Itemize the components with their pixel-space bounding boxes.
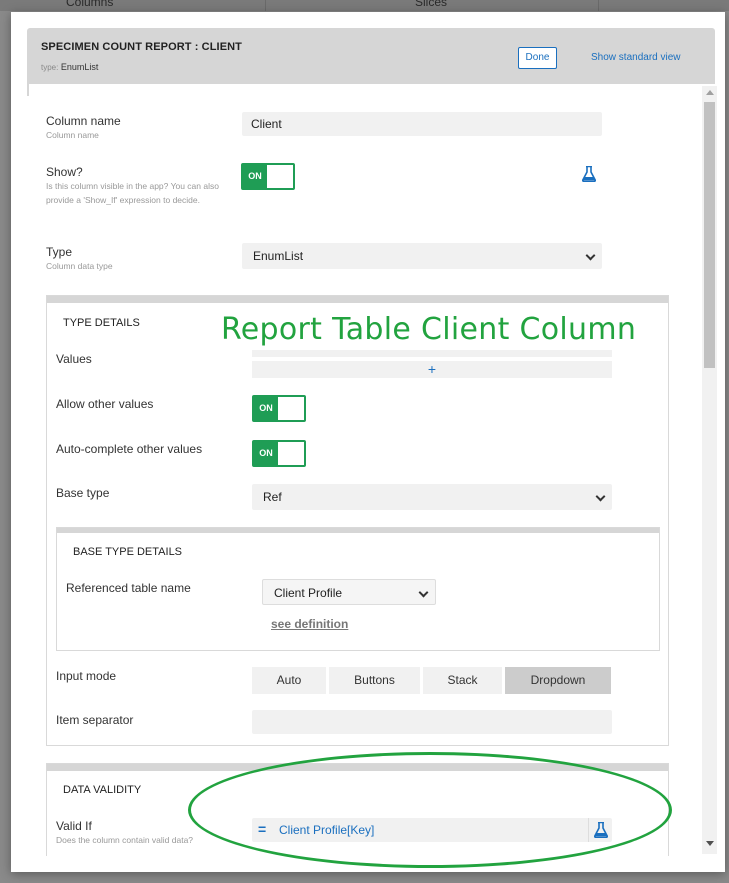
allow-other-toggle[interactable]: ON [252,395,306,422]
tab-columns[interactable]: Columns [66,0,113,9]
add-value-button[interactable]: + [252,361,612,378]
tab-slices[interactable]: Slices [415,0,447,9]
values-label: Values [56,352,92,366]
annotation-label: Report Table Client Column [221,312,637,347]
input-mode-selector: Auto Buttons Stack Dropdown [252,667,611,694]
input-mode-label: Input mode [56,669,117,683]
section-header-bar [57,528,659,533]
annotation-ellipse [188,752,672,868]
type-sublabel: Column data type [46,261,113,271]
show-sublabel: Is this column visible in the app? You c… [46,181,219,205]
toggle-on-label: ON [254,442,278,465]
tab-divider [265,0,266,11]
allow-other-label: Allow other values [56,397,154,411]
input-mode-stack[interactable]: Stack [423,667,502,694]
data-validity-title: DATA VALIDITY [63,784,142,796]
scroll-down-arrow-icon[interactable] [706,841,714,846]
toggle-on-label: ON [243,165,267,188]
modal-type-info: type: EnumList [41,62,98,72]
ref-table-label: Referenced table name [66,581,191,595]
type-label: type: [41,63,59,72]
ref-table-value: Client Profile [274,586,343,600]
show-standard-view-link[interactable]: Show standard view [591,52,681,63]
section-header-bar [47,296,668,303]
ref-table-select[interactable]: Client Profile [262,579,436,605]
chevron-down-icon [595,491,606,502]
base-type-select[interactable]: Ref [252,484,612,510]
tab-divider [598,0,599,11]
vertical-scrollbar[interactable] [702,86,717,854]
modal-content: Column name Column name Client Show? Is … [29,84,717,856]
base-type-label: Base type [56,486,110,500]
column-editor-modal: SPECIMEN COUNT REPORT : CLIENT type: Enu… [11,12,725,872]
values-list [252,350,612,357]
item-separator-input[interactable] [252,710,612,734]
type-details-title: TYPE DETAILS [63,317,140,329]
autocomplete-toggle[interactable]: ON [252,440,306,467]
input-mode-auto[interactable]: Auto [252,667,326,694]
modal-title: SPECIMEN COUNT REPORT : CLIENT [41,41,243,53]
scroll-up-arrow-icon[interactable] [706,90,714,95]
show-toggle[interactable]: ON [241,163,295,190]
background-tab-bar: Columns Slices [0,0,729,11]
chevron-down-icon [585,250,596,261]
base-type-details-title: BASE TYPE DETAILS [73,546,183,558]
input-mode-buttons[interactable]: Buttons [329,667,420,694]
type-label: Type [46,245,73,259]
input-mode-dropdown[interactable]: Dropdown [505,667,611,694]
column-name-label: Column name [46,114,121,128]
base-type-value: Ref [263,490,282,504]
type-select-value: EnumList [253,249,304,263]
type-details-section: TYPE DETAILS Values + Allow other values… [46,295,669,746]
show-label: Show? [46,165,83,179]
done-button[interactable]: Done [518,47,557,69]
valid-if-label: Valid If [56,819,92,833]
scrollbar-thumb[interactable] [704,102,715,368]
column-name-input[interactable]: Client [242,112,602,136]
base-type-details-section: BASE TYPE DETAILS Referenced table name … [56,527,660,651]
valid-if-sublabel: Does the column contain valid data? [56,835,194,845]
see-definition-link[interactable]: see definition [271,617,348,631]
item-separator-label: Item separator [56,713,134,727]
toggle-on-label: ON [254,397,278,420]
column-name-sublabel: Column name [46,130,99,140]
chevron-down-icon [418,587,429,598]
type-value: EnumList [60,62,99,72]
flask-icon[interactable] [582,166,596,182]
autocomplete-label: Auto-complete other values [56,442,203,456]
type-select[interactable]: EnumList [242,243,602,269]
